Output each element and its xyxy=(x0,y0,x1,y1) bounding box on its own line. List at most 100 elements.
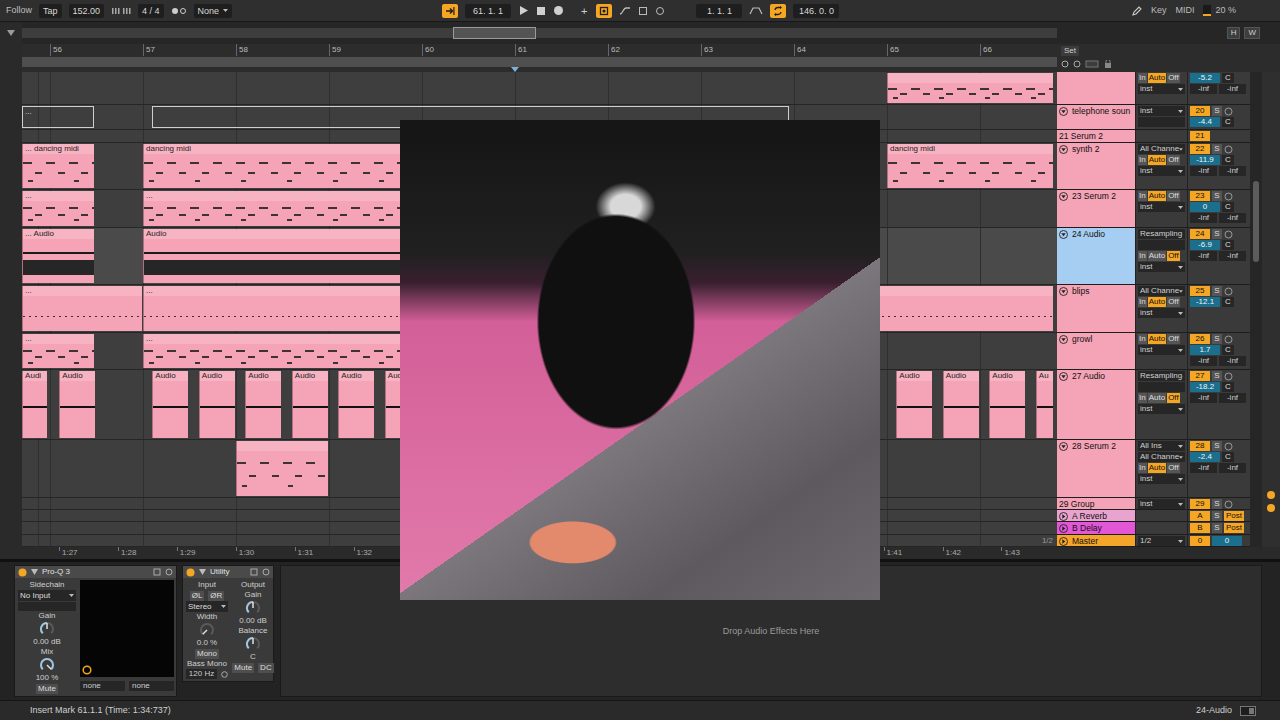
monitor-button[interactable]: In xyxy=(1138,155,1147,165)
clip-header[interactable]: ... xyxy=(23,107,93,117)
track-name[interactable]: 21 Serum 2 xyxy=(1059,131,1103,141)
collapse-icon[interactable] xyxy=(7,30,15,36)
solo-button[interactable]: S xyxy=(1212,106,1222,116)
monitor-button[interactable]: In xyxy=(1138,251,1147,261)
overview-viewport[interactable] xyxy=(453,27,537,39)
clip-header[interactable]: ... xyxy=(23,286,142,296)
monitor-button[interactable]: Auto xyxy=(1148,251,1166,261)
arm-icon[interactable] xyxy=(1224,192,1233,201)
arm-icon[interactable] xyxy=(1224,442,1233,451)
clip-header[interactable] xyxy=(237,441,328,451)
monitor-button[interactable]: Auto xyxy=(1148,155,1166,165)
clip-header[interactable]: Audi xyxy=(23,371,47,381)
clip[interactable]: ... Audio xyxy=(22,229,94,283)
monitor-button[interactable]: In xyxy=(1138,334,1147,344)
clip[interactable]: Audi xyxy=(22,371,47,438)
track-activator[interactable]: 29 xyxy=(1190,499,1210,509)
track-name-cell[interactable]: B Delay xyxy=(1057,522,1135,535)
track-header[interactable]: A ReverbASPost xyxy=(1057,510,1250,522)
bass-mono-toggle-icon[interactable] xyxy=(221,671,228,678)
track-activator[interactable]: 23 xyxy=(1190,191,1210,201)
sidechain-channel-field[interactable] xyxy=(18,602,76,611)
clip-header[interactable]: ... dancing midi xyxy=(23,144,94,154)
io-field[interactable] xyxy=(1138,240,1185,250)
clip-header[interactable]: Audio xyxy=(60,371,95,381)
monitor-button[interactable]: Auto xyxy=(1148,463,1166,473)
clip-header[interactable]: Audio xyxy=(200,371,235,381)
curve-icon[interactable] xyxy=(619,6,631,16)
volume-field[interactable]: -12.1 xyxy=(1190,297,1220,307)
monitor-button[interactable]: Off xyxy=(1167,463,1180,473)
io-select[interactable]: inst xyxy=(1138,404,1185,414)
clip-header[interactable] xyxy=(888,73,1053,83)
pan-field[interactable]: C xyxy=(1222,202,1234,212)
track-header[interactable]: 29 Groupinst29S xyxy=(1057,498,1250,510)
band-handle-icon[interactable] xyxy=(82,665,92,675)
phase-button[interactable]: ØL xyxy=(190,591,205,601)
track-name[interactable]: telephone soun xyxy=(1072,106,1130,116)
clip-header[interactable]: ... xyxy=(23,334,94,344)
io-select[interactable]: inst xyxy=(1138,166,1185,176)
track-header[interactable]: Master1/200 xyxy=(1057,535,1250,547)
io-select[interactable]: inst xyxy=(1138,262,1185,272)
monitor-button[interactable]: Off xyxy=(1167,393,1180,403)
clip[interactable]: Audio xyxy=(338,371,374,438)
track-name-cell[interactable] xyxy=(1057,72,1135,105)
track-name-cell[interactable]: 24 Audio xyxy=(1057,228,1135,285)
track-name[interactable]: A Reverb xyxy=(1072,511,1107,521)
fold-open-icon[interactable] xyxy=(1059,287,1068,296)
pan-field[interactable]: C xyxy=(1222,155,1234,165)
track-activator[interactable]: 27 xyxy=(1190,371,1210,381)
clip[interactable]: Audio xyxy=(152,371,188,438)
clip[interactable]: ... xyxy=(22,286,142,331)
track-activator[interactable]: 26 xyxy=(1190,334,1210,344)
mix-knob[interactable] xyxy=(39,657,55,673)
loop-brace-strip[interactable] xyxy=(22,57,1057,67)
track-name-cell[interactable]: 28 Serum 2 xyxy=(1057,440,1135,498)
track-name[interactable]: Master xyxy=(1072,536,1098,546)
follow-button[interactable]: Follow xyxy=(6,5,32,15)
device[interactable]: UtilityInputØLØRStereoWidth0.0 %MonoBass… xyxy=(182,565,274,682)
fold-open-icon[interactable] xyxy=(1059,192,1068,201)
track-name-cell[interactable]: 27 Audio xyxy=(1057,370,1135,440)
session-record-icon[interactable] xyxy=(655,6,665,16)
post-button[interactable]: Post xyxy=(1224,511,1244,521)
clip-header[interactable]: Audio xyxy=(897,371,932,381)
fold-open-icon[interactable] xyxy=(1059,442,1068,451)
hot-swap-icon[interactable] xyxy=(262,568,270,576)
clip-header[interactable]: dancing midi xyxy=(888,144,1053,154)
track-header[interactable]: 24 AudioResamplingInAutoOffinst24S-6.9C-… xyxy=(1057,228,1250,285)
track-header[interactable]: 23 Serum 2InAutoOffinst23S0C-inf-inf xyxy=(1057,190,1250,228)
clip[interactable] xyxy=(236,441,328,496)
clip[interactable]: ... xyxy=(22,334,94,368)
io-select[interactable]: 1/2 xyxy=(1138,536,1185,546)
monitor-button[interactable]: Auto xyxy=(1148,393,1166,403)
monitor-button[interactable]: Off xyxy=(1167,73,1180,83)
arm-icon[interactable] xyxy=(1224,335,1233,344)
pencil-icon[interactable] xyxy=(1132,6,1142,16)
fold-open-icon[interactable] xyxy=(1059,107,1068,116)
track-name-cell[interactable]: A Reverb xyxy=(1057,510,1135,522)
volume-field[interactable]: -5.2 xyxy=(1190,73,1220,83)
position-field[interactable]: 61. 1. 1 xyxy=(465,4,511,18)
track-lane[interactable] xyxy=(22,72,1057,105)
track-header[interactable]: 27 AudioResamplingInAutoOffinst27S-18.2C… xyxy=(1057,370,1250,440)
io-field[interactable] xyxy=(1138,382,1185,392)
midi-map-button[interactable]: MIDI xyxy=(1175,5,1194,15)
track-name[interactable]: 28 Serum 2 xyxy=(1072,441,1116,451)
clip[interactable]: Audio xyxy=(943,371,979,438)
track-header[interactable]: 21 Serum 221 xyxy=(1057,130,1250,143)
automation-arm-button[interactable] xyxy=(596,4,612,18)
volume-field[interactable]: -6.9 xyxy=(1190,240,1220,250)
pan-field[interactable]: C xyxy=(1222,117,1234,127)
clip[interactable]: Audio xyxy=(59,371,95,438)
solo-button[interactable]: S xyxy=(1212,191,1222,201)
clip[interactable]: Audio xyxy=(199,371,235,438)
track-name[interactable]: synth 2 xyxy=(1072,144,1099,154)
mono-button[interactable]: Mono xyxy=(195,649,219,659)
track-name[interactable]: B Delay xyxy=(1072,523,1102,533)
track-name[interactable]: 29 Group xyxy=(1059,499,1094,509)
track-activator[interactable]: 28 xyxy=(1190,441,1210,451)
monitor-button[interactable]: Off xyxy=(1167,191,1180,201)
pan-field[interactable]: C xyxy=(1222,345,1234,355)
